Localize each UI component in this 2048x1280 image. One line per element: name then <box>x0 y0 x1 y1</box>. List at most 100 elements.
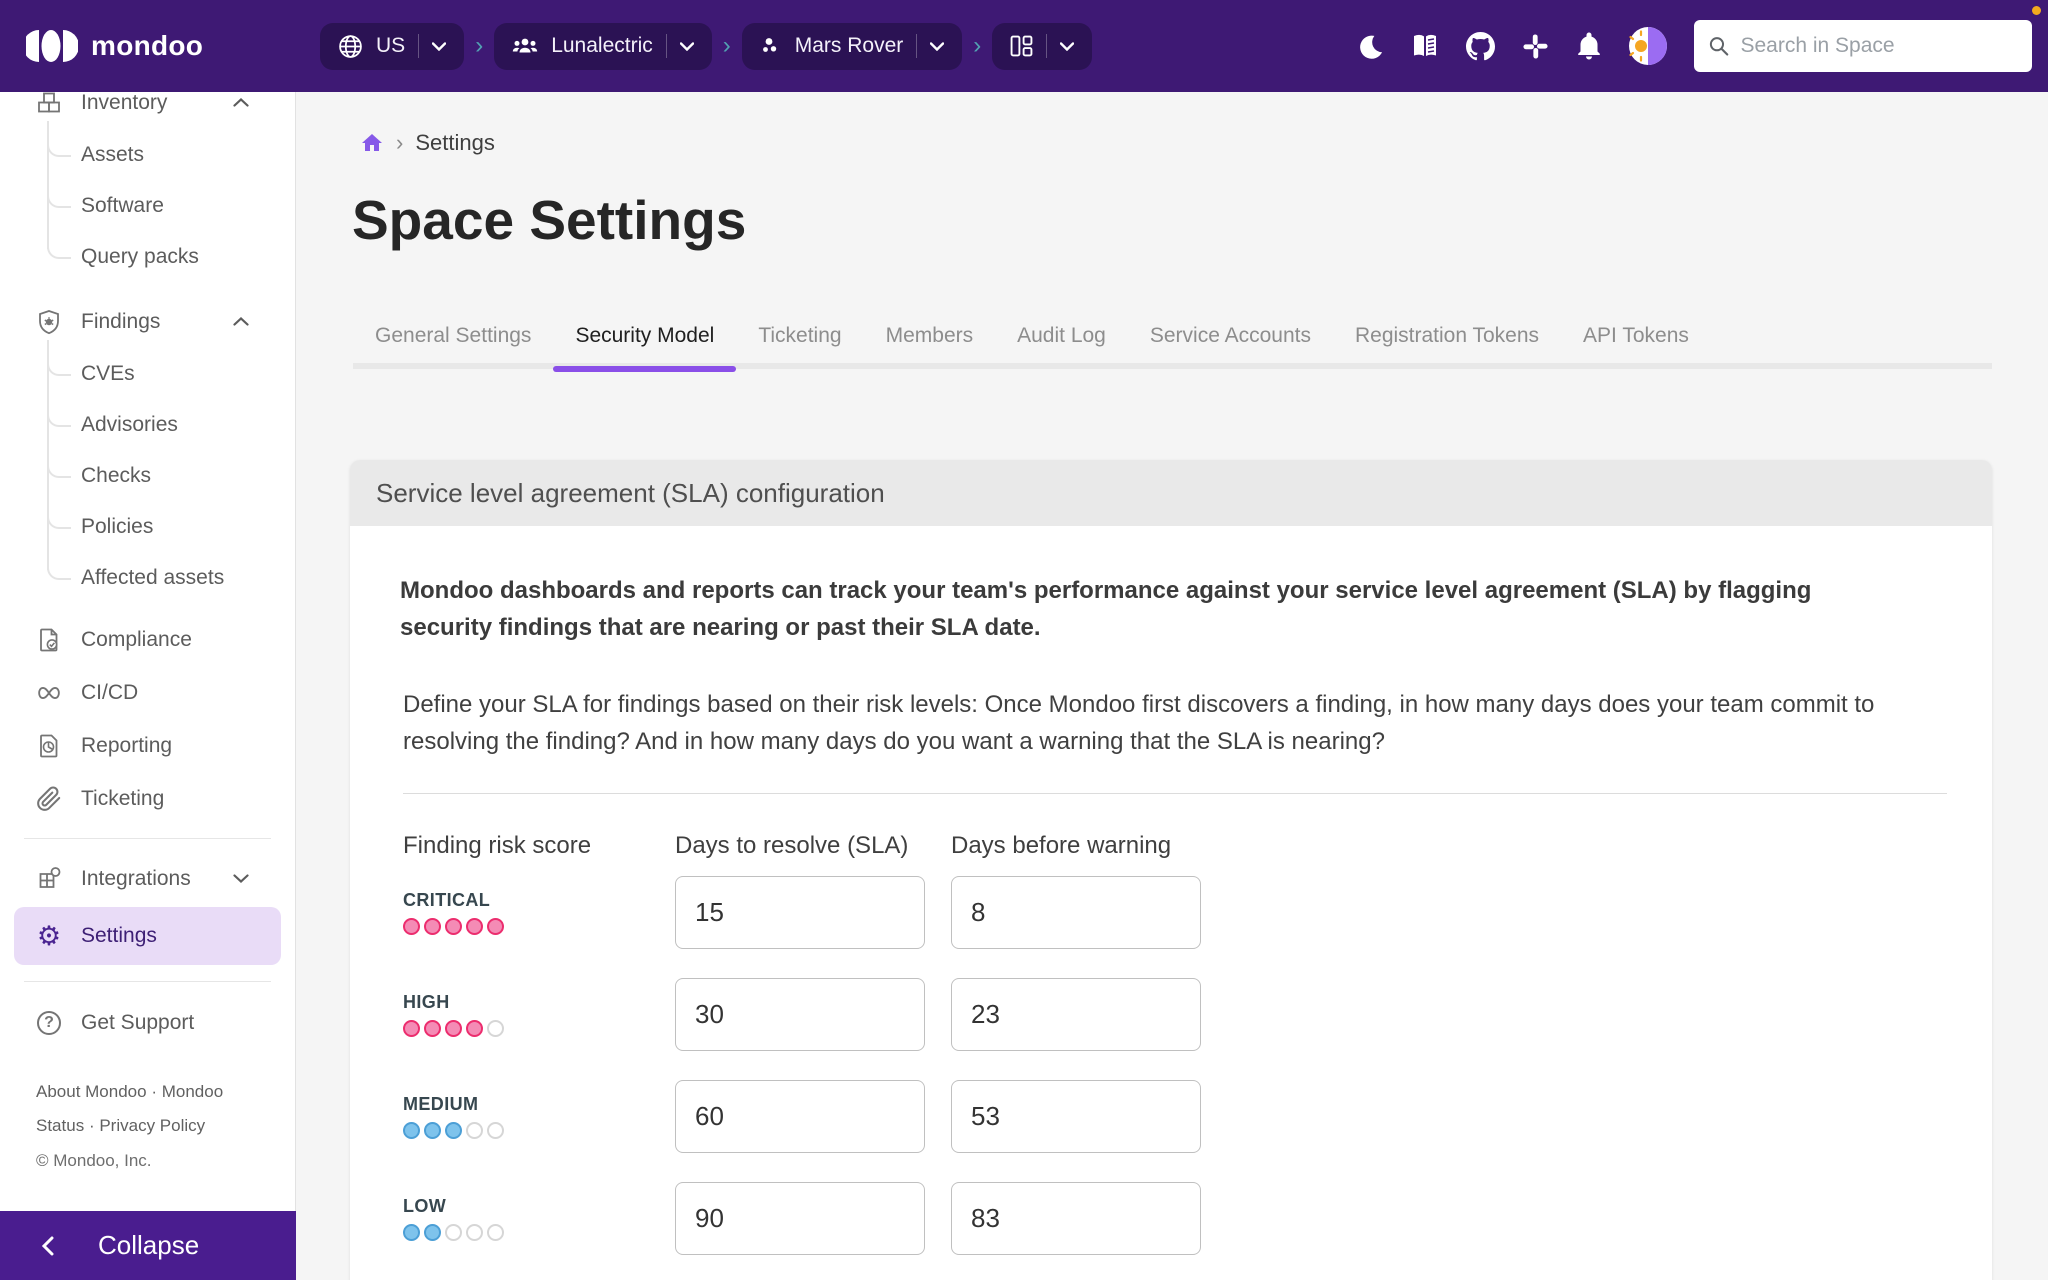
sidebar-item-compliance[interactable]: Compliance <box>0 613 295 666</box>
sidebar-footer: About Mondoo · Mondoo Status · Privacy P… <box>0 1049 295 1171</box>
pill-divider <box>1046 34 1047 58</box>
sidebar-item-get-support[interactable]: ? Get Support <box>0 996 295 1049</box>
sidebar-item-inventory[interactable]: Inventory <box>0 92 295 129</box>
sidebar-item-findings[interactable]: Findings <box>0 295 295 348</box>
risk-level-label: CRITICAL <box>403 890 675 911</box>
risk-row-medium: MEDIUM <box>403 1080 675 1153</box>
space-label: Mars Rover <box>795 34 904 58</box>
search-input[interactable] <box>1740 34 2018 58</box>
docs-icon[interactable] <box>1411 33 1439 59</box>
sidebar-item-affected-assets[interactable]: Affected assets <box>0 552 295 603</box>
chevron-down-icon[interactable] <box>233 874 249 883</box>
settings-tabs: General Settings Security Model Ticketin… <box>353 314 1711 369</box>
pill-divider <box>666 34 667 58</box>
sla-intro: Define your SLA for findings based on th… <box>403 686 1919 760</box>
header-toolbar <box>1357 20 2048 72</box>
sidebar-item-settings[interactable]: ⚙ Settings <box>14 907 281 965</box>
tab-ticketing[interactable]: Ticketing <box>736 314 863 369</box>
sidebar-item-cves[interactable]: CVEs <box>0 348 295 399</box>
days-before-warning-input-low[interactable] <box>951 1182 1201 1255</box>
sidebar-item-integrations[interactable]: Integrations <box>0 852 295 905</box>
tab-security-model[interactable]: Security Model <box>553 314 736 369</box>
column-days-to-resolve: Days to resolve (SLA) <box>675 832 951 860</box>
days-to-resolve-input-high[interactable] <box>675 978 925 1051</box>
sidebar-item-policies[interactable]: Policies <box>0 501 295 552</box>
risk-level-label: MEDIUM <box>403 1094 675 1115</box>
sidebar-collapse-button[interactable]: Collapse <box>0 1211 296 1280</box>
search-icon <box>1708 34 1729 58</box>
days-before-warning-input-critical[interactable] <box>951 876 1201 949</box>
sla-configuration-panel: Service level agreement (SLA) configurat… <box>350 460 1992 1280</box>
slack-icon[interactable] <box>1522 33 1549 60</box>
chevron-up-icon[interactable] <box>233 317 249 326</box>
risk-score-dots <box>403 1020 675 1037</box>
tab-audit-log[interactable]: Audit Log <box>995 314 1128 369</box>
tab-general-settings[interactable]: General Settings <box>353 314 553 369</box>
sla-divider <box>403 793 1947 794</box>
sidebar-item-checks[interactable]: Checks <box>0 450 295 501</box>
compliance-document-icon <box>36 627 62 653</box>
gear-icon: ⚙ <box>36 923 62 949</box>
risk-score-dots <box>403 1224 675 1241</box>
days-to-resolve-input-critical[interactable] <box>675 876 925 949</box>
chevron-up-icon[interactable] <box>233 98 249 107</box>
footer-separator: · <box>89 1116 95 1135</box>
globe-icon <box>338 34 363 59</box>
chevron-down-icon[interactable] <box>1060 42 1074 51</box>
mondoo-logo[interactable]: mondoo <box>0 29 296 63</box>
home-icon[interactable] <box>360 131 384 155</box>
pill-divider <box>418 34 419 58</box>
page-title: Space Settings <box>352 188 746 252</box>
shield-bug-icon <box>36 309 62 335</box>
chevron-down-icon[interactable] <box>432 42 446 51</box>
dashboard-selector[interactable] <box>992 23 1092 70</box>
help-icon: ? <box>36 1010 62 1036</box>
risk-level-label: HIGH <box>403 992 675 1013</box>
brand-name: mondoo <box>91 30 203 62</box>
findings-subtree: CVEs Advisories Checks Policies Affected… <box>0 348 295 603</box>
breadcrumb: › Settings <box>360 130 495 156</box>
space-selector[interactable]: Mars Rover <box>742 23 963 70</box>
collapse-label: Collapse <box>98 1230 199 1261</box>
about-mondoo-link[interactable]: About Mondoo <box>36 1082 147 1101</box>
paperclip-icon <box>36 786 62 812</box>
organization-selector[interactable]: Lunalectric <box>494 23 712 70</box>
tab-members[interactable]: Members <box>864 314 996 369</box>
tab-service-accounts[interactable]: Service Accounts <box>1128 314 1333 369</box>
chevron-down-icon[interactable] <box>930 42 944 51</box>
space-search[interactable] <box>1694 20 2032 72</box>
chevron-left-icon <box>42 1236 54 1256</box>
sidebar-item-assets[interactable]: Assets <box>0 129 295 180</box>
tab-registration-tokens[interactable]: Registration Tokens <box>1333 314 1561 369</box>
region-label: US <box>376 34 405 58</box>
dark-mode-icon[interactable] <box>1357 33 1384 60</box>
mondoo-logo-mark <box>26 29 78 63</box>
github-icon[interactable] <box>1466 32 1495 61</box>
days-before-warning-input-medium[interactable] <box>951 1080 1201 1153</box>
user-avatar[interactable] <box>1629 27 1667 65</box>
days-to-resolve-input-medium[interactable] <box>675 1080 925 1153</box>
notifications-bell-icon[interactable] <box>1576 32 1602 60</box>
sla-panel-header: Service level agreement (SLA) configurat… <box>350 460 1992 526</box>
integrations-icon <box>36 866 62 892</box>
days-before-warning-input-high[interactable] <box>951 978 1201 1051</box>
sidebar-item-cicd[interactable]: CI/CD <box>0 666 295 719</box>
sidebar-item-ticketing[interactable]: Ticketing <box>0 772 295 825</box>
sidebar-item-software[interactable]: Software <box>0 180 295 231</box>
infinity-icon <box>36 680 62 706</box>
context-separator: › <box>475 32 483 60</box>
chevron-down-icon[interactable] <box>680 42 694 51</box>
dashboard-icon <box>1010 35 1033 57</box>
region-selector[interactable]: US <box>320 23 464 70</box>
column-days-before-warning: Days before warning <box>951 832 1201 860</box>
tab-api-tokens[interactable]: API Tokens <box>1561 314 1711 369</box>
days-to-resolve-input-low[interactable] <box>675 1182 925 1255</box>
breadcrumb-current[interactable]: Settings <box>415 130 495 156</box>
top-header: mondoo US › <box>0 0 2048 92</box>
sidebar-item-advisories[interactable]: Advisories <box>0 399 295 450</box>
sla-panel-body: Mondoo dashboards and reports can track … <box>350 526 1992 1280</box>
sidebar-item-reporting[interactable]: Reporting <box>0 719 295 772</box>
organization-label: Lunalectric <box>551 34 653 58</box>
privacy-policy-link[interactable]: Privacy Policy <box>99 1116 205 1135</box>
sidebar-item-query-packs[interactable]: Query packs <box>0 231 295 282</box>
